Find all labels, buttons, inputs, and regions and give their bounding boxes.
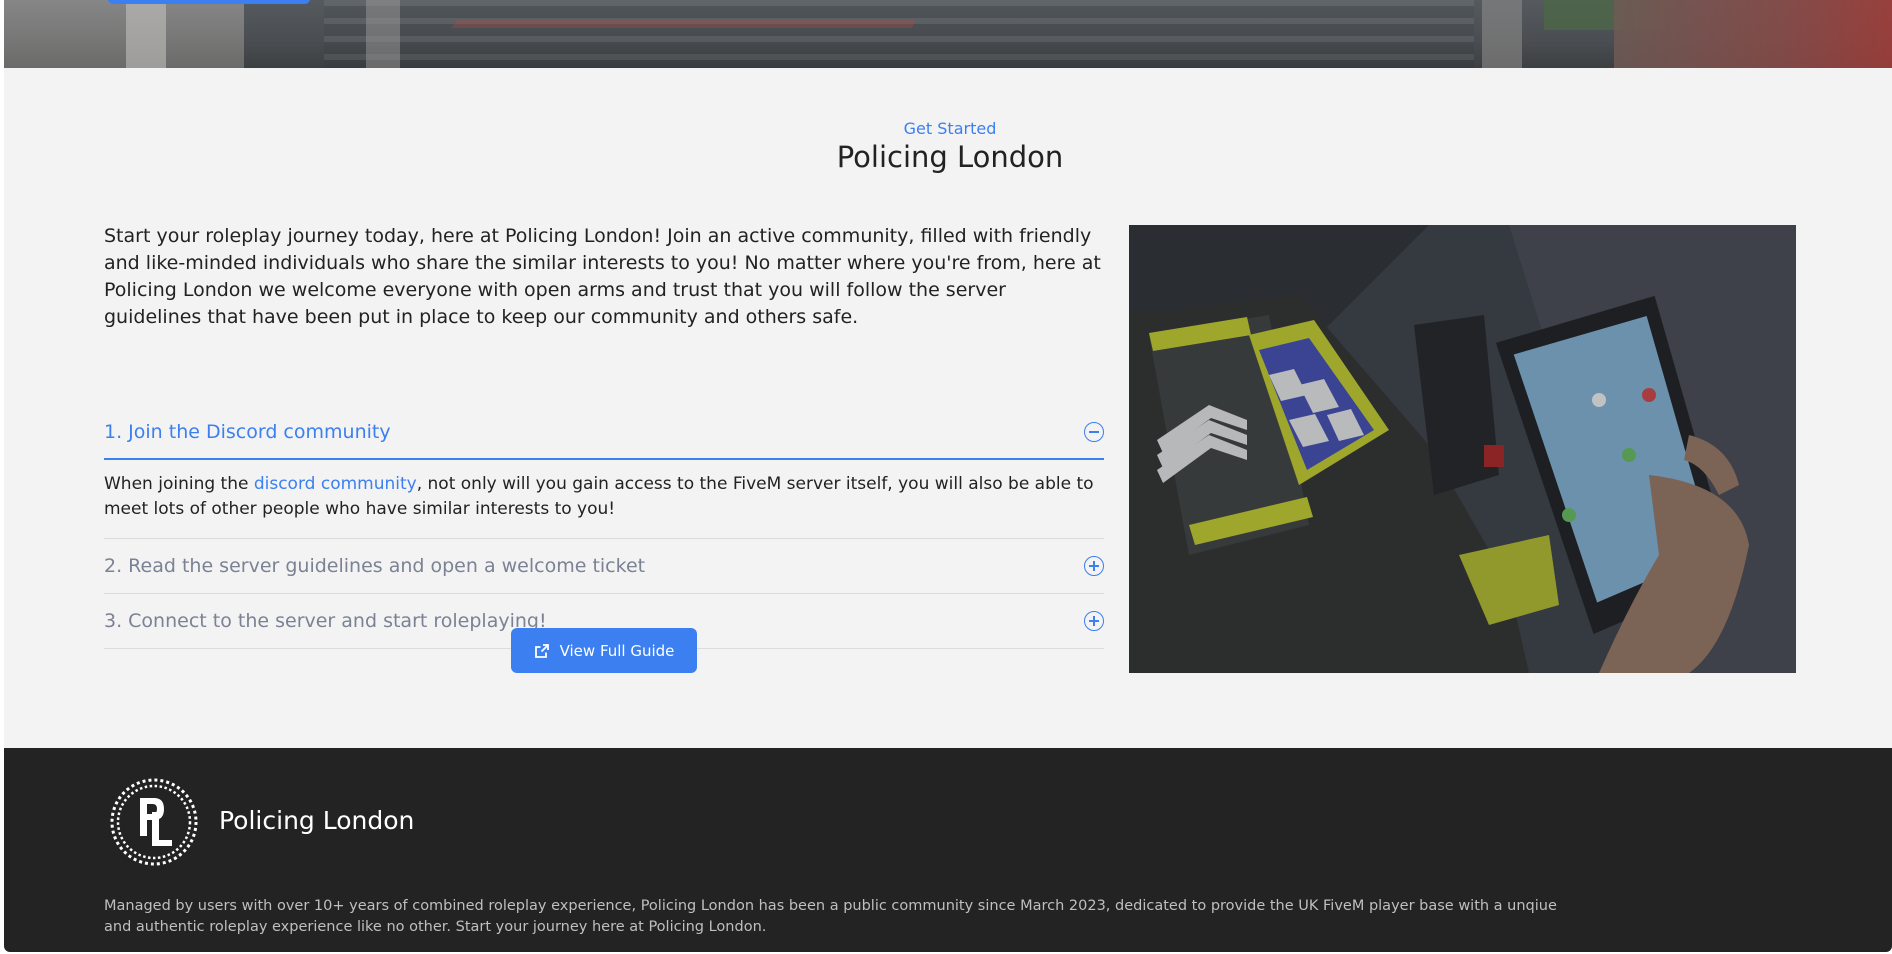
accordion-item-guidelines: 2. Read the server guidelines and open a… [104, 539, 1104, 594]
policing-london-logo[interactable] [110, 778, 198, 866]
hero-post [366, 0, 400, 68]
discord-community-link[interactable]: discord community [254, 474, 417, 494]
hero-post [126, 0, 166, 68]
hero-image [4, 0, 1892, 68]
accordion-body-text: When joining the [104, 474, 254, 494]
hero-steps [324, 0, 1474, 68]
hero-marking [451, 20, 917, 28]
footer-description: Managed by users with over 10+ years of … [104, 898, 1557, 935]
page: Get Started Policing London Start your r… [0, 0, 1892, 954]
accordion-label: 2. Read the server guidelines and open a… [104, 555, 646, 577]
hero-building [1614, 0, 1892, 68]
steps-accordion: 1. Join the Discord community When joini… [104, 406, 1104, 649]
collapse-minus-icon[interactable] [1084, 422, 1104, 442]
hero-cta-button[interactable] [108, 0, 310, 4]
accordion-label: 1. Join the Discord community [104, 421, 391, 443]
section-title: Policing London [836, 140, 1064, 174]
section-eyebrow: Get Started [903, 119, 997, 138]
external-link-icon [534, 643, 549, 658]
accordion-header-guidelines[interactable]: 2. Read the server guidelines and open a… [104, 539, 1104, 593]
view-full-guide-label: View Full Guide [559, 641, 675, 660]
expand-plus-icon[interactable] [1084, 611, 1104, 631]
intro-paragraph: Start your roleplay journey today, here … [104, 225, 1101, 328]
footer-brand-name: Policing London [219, 806, 415, 835]
view-full-guide-button[interactable]: View Full Guide [511, 628, 697, 673]
get-started-section: Get Started Policing London Start your r… [4, 68, 1892, 748]
officer-tablet-photo [1129, 225, 1796, 673]
officer-tablet-illustration [1129, 225, 1796, 673]
expand-plus-icon[interactable] [1084, 556, 1104, 576]
accordion-body-discord: When joining the discord community, not … [104, 460, 1104, 538]
accordion-item-discord: 1. Join the Discord community When joini… [104, 406, 1104, 539]
accordion-header-discord[interactable]: 1. Join the Discord community [104, 406, 1104, 460]
accordion-label: 3. Connect to the server and start rolep… [104, 610, 547, 632]
footer: Policing London Managed by users with ov… [4, 748, 1892, 952]
hero-post [1482, 0, 1522, 68]
hero-railing [4, 0, 244, 68]
